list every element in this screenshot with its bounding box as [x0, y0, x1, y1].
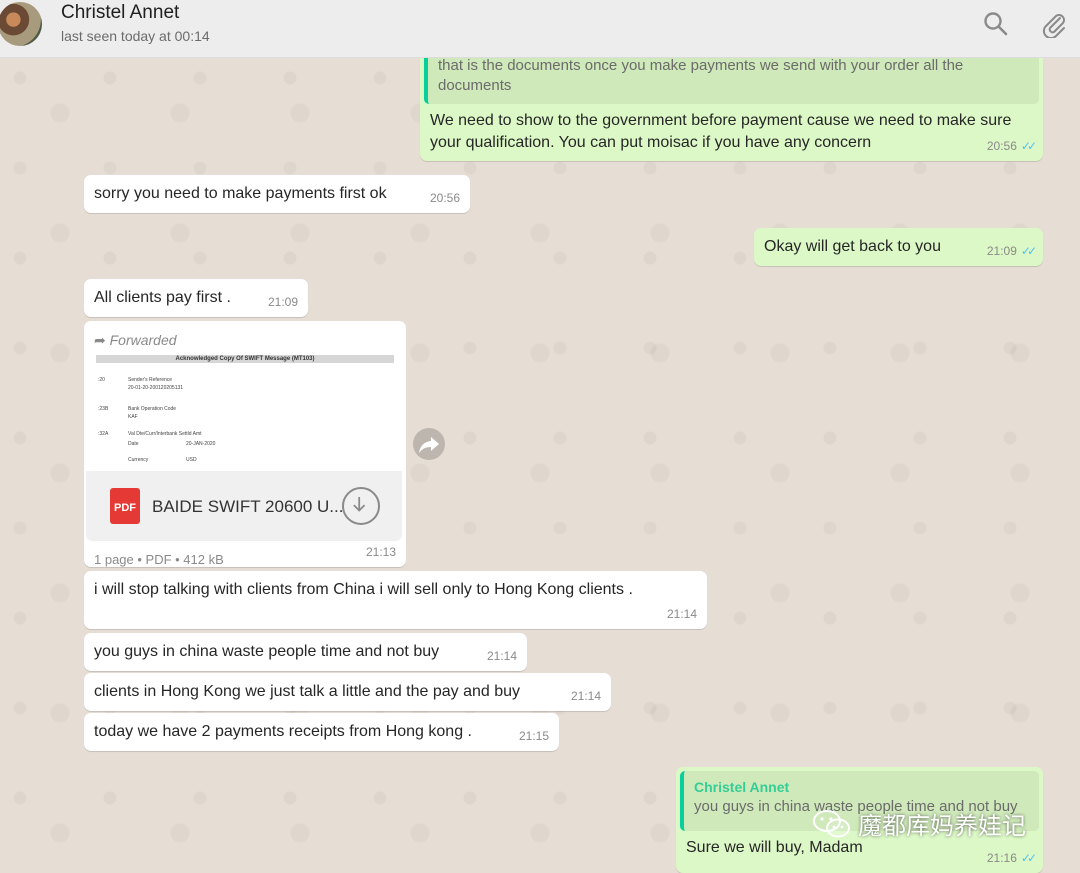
message-text: Okay will get back to you	[764, 238, 941, 255]
read-ticks-icon: ✓✓	[1020, 851, 1037, 865]
download-icon[interactable]	[342, 487, 380, 525]
preview-line: 20-JAN-2020	[186, 441, 216, 447]
paperclip-icon[interactable]	[1040, 10, 1068, 38]
document-message[interactable]: ➦ Forwarded Acknowledged Copy Of SWIFT M…	[84, 321, 406, 567]
message-incoming[interactable]: clients in Hong Kong we just talk a litt…	[84, 673, 611, 711]
read-ticks-icon: ✓✓	[1020, 139, 1037, 153]
chat-header: Christel Annet last seen today at 00:14	[0, 0, 1080, 58]
message-text: All clients pay first .	[94, 289, 231, 306]
message-time: 21:09	[986, 244, 1017, 258]
preview-line: :23B	[98, 406, 109, 412]
message-meta: 21:14	[667, 603, 697, 625]
chat-area[interactable]: that is the documents once you make paym…	[0, 58, 1080, 873]
message-outgoing[interactable]: that is the documents once you make paym…	[420, 58, 1043, 161]
message-meta: 21:14	[571, 685, 601, 707]
wechat-logo-icon	[813, 809, 850, 837]
forwarded-text: Forwarded	[109, 332, 177, 348]
message-meta: 21:09 ✓✓	[986, 240, 1037, 262]
watermark: 魔都库妈养娃记	[812, 806, 1026, 841]
search-icon[interactable]	[982, 10, 1010, 38]
message-text: today we have 2 payments receipts from H…	[94, 723, 472, 740]
message-text: clients in Hong Kong we just talk a litt…	[94, 683, 521, 700]
message-incoming[interactable]: All clients pay first . 21:09	[84, 279, 308, 317]
watermark-text: 魔都库妈养娃记	[858, 813, 1026, 840]
preview-line: Sender's Reference	[128, 377, 173, 383]
message-time: 21:14	[666, 607, 697, 621]
preview-line: Bank Operation Code	[128, 406, 177, 412]
preview-line: 20-01-20-200120205131	[128, 385, 184, 391]
message-time: 21:14	[570, 689, 601, 703]
preview-title: Acknowledged Copy Of SWIFT Message (MT10…	[96, 355, 394, 363]
preview-line: USD	[186, 457, 197, 463]
file-name: BAIDE SWIFT 20600 U...	[152, 497, 344, 516]
message-time: 21:14	[486, 649, 517, 663]
message-meta: 21:14	[487, 645, 517, 667]
message-incoming[interactable]: you guys in china waste people time and …	[84, 633, 527, 671]
message-time: 20:56	[429, 191, 460, 205]
message-text: sorry you need to make payments first ok	[94, 185, 387, 202]
message-time: 21:09	[267, 295, 298, 309]
quoted-author: Christel Annet	[694, 779, 790, 795]
message-incoming[interactable]: i will stop talking with clients from Ch…	[84, 571, 707, 629]
preview-line: Currency	[128, 457, 149, 463]
preview-line: KAF	[128, 414, 138, 420]
message-incoming[interactable]: sorry you need to make payments first ok…	[84, 175, 470, 213]
forward-icon[interactable]	[413, 428, 445, 460]
message-time: 21:13	[365, 545, 396, 559]
message-text: We need to show to the government before…	[430, 112, 1012, 151]
last-seen-status: last seen today at 00:14	[61, 28, 210, 44]
forwarded-label: ➦ Forwarded	[94, 329, 177, 351]
file-row[interactable]: PDF BAIDE SWIFT 20600 U...	[86, 471, 402, 541]
contact-name[interactable]: Christel Annet	[61, 2, 179, 24]
preview-line: :32A	[98, 431, 109, 437]
message-time: 21:15	[518, 729, 549, 743]
quoted-message[interactable]: that is the documents once you make paym…	[424, 58, 1039, 104]
message-text: i will stop talking with clients from Ch…	[94, 581, 633, 598]
file-meta: 1 page • PDF • 412 kB	[94, 552, 224, 567]
message-incoming[interactable]: today we have 2 payments receipts from H…	[84, 713, 559, 751]
forwarded-icon: ➦	[94, 332, 110, 348]
message-time: 21:16	[986, 851, 1017, 865]
contact-avatar[interactable]	[0, 2, 42, 46]
message-text: you guys in china waste people time and …	[94, 643, 440, 660]
message-meta: 20:56 ✓✓	[986, 135, 1037, 157]
message-meta: 21:13	[366, 541, 396, 563]
message-meta: 21:09	[268, 291, 298, 313]
message-meta: 21:16 ✓✓	[986, 847, 1037, 869]
read-ticks-icon: ✓✓	[1020, 244, 1037, 258]
preview-line: Val Dte/Curr/Interbank Settld Amt	[128, 431, 202, 437]
message-outgoing[interactable]: Okay will get back to you 21:09 ✓✓	[754, 228, 1043, 266]
preview-line: Date	[128, 441, 139, 447]
pdf-icon: PDF	[110, 488, 140, 524]
message-meta: 20:56	[430, 187, 460, 209]
message-meta: 21:15	[519, 725, 549, 747]
quoted-text: that is the documents once you make paym…	[438, 58, 964, 94]
preview-line: :20	[98, 377, 105, 383]
message-time: 20:56	[986, 139, 1017, 153]
